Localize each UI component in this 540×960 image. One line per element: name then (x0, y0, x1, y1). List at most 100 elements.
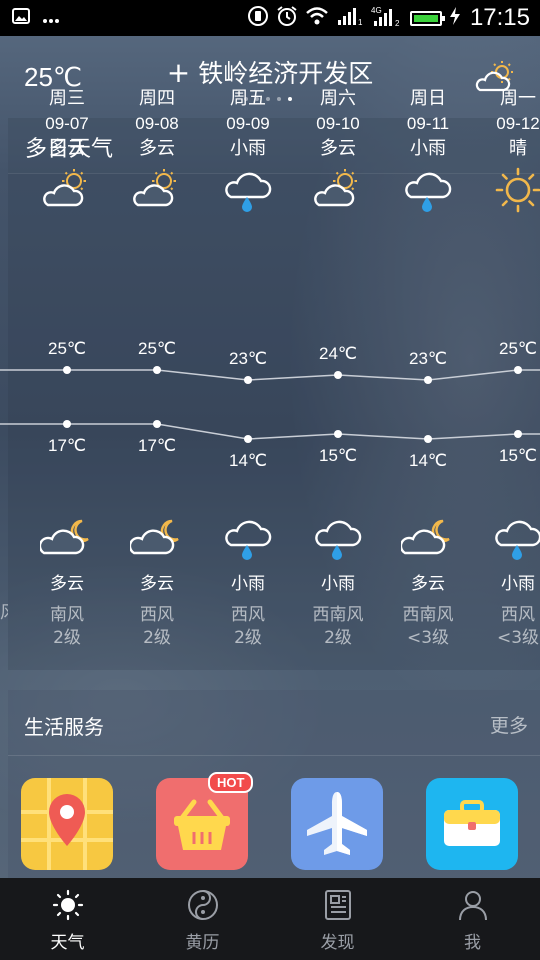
forecast-day-column[interactable]: 周日 09-11 小雨 (383, 86, 473, 212)
low-temp-label: 17℃ (137, 436, 176, 455)
nav-weather[interactable]: 天气 (0, 878, 135, 960)
day-condition: 小雨 (230, 138, 266, 159)
more-notifications-icon (42, 9, 60, 28)
partly-cloudy-moon-icon (22, 515, 112, 559)
sun-icon (51, 888, 85, 922)
battery-icon (409, 10, 445, 26)
alarm-icon (276, 5, 298, 31)
night-condition: 多云 (140, 574, 174, 594)
sunny-icon (473, 167, 540, 213)
map-pin-icon (21, 778, 113, 870)
partly-cloudy-moon-icon (383, 515, 473, 559)
partly-cloudy-moon-icon (112, 515, 202, 559)
high-temp-label: 24℃ (318, 344, 357, 363)
wind-info: 西风 2级 (203, 604, 293, 650)
high-temp-label: 25℃ (498, 339, 537, 358)
high-temp-point (334, 371, 342, 379)
light-rain-icon (473, 515, 540, 560)
wind-info: 西南风 <3级 (383, 604, 473, 650)
high-temp-line (0, 369, 540, 381)
wind-info: 西风 2级 (112, 604, 202, 650)
high-temp-label: 25℃ (47, 339, 86, 358)
forecast-day-column[interactable]: 周六 09-10 多云 (293, 86, 383, 211)
forecast-day-column[interactable]: 周一 09-12 晴 (473, 86, 540, 213)
svg-text:4G: 4G (371, 6, 382, 15)
date-label: 09-07 (45, 114, 89, 133)
low-temp-point (424, 435, 432, 443)
night-condition: 小雨 (231, 574, 265, 594)
wind-direction: 西风 (231, 605, 265, 625)
more-link[interactable]: 更多 (490, 711, 528, 738)
city-name: 铁岭经济开发区 (198, 59, 374, 88)
signal-2-icon: 4G 2 (371, 5, 403, 31)
wind-info: 西南风 2级 (293, 604, 383, 650)
nav-discover[interactable]: 发现 (270, 878, 405, 960)
wind-direction: 西南风 (312, 605, 364, 625)
high-temp-label: 25℃ (137, 339, 176, 358)
charging-icon (449, 6, 461, 30)
night-condition: 小雨 (501, 574, 535, 594)
forecast-night-column[interactable]: 多云 南风 2级 (22, 515, 112, 650)
high-temp-point (514, 366, 522, 374)
status-bar: 1 4G 2 17:15 (0, 0, 540, 36)
forecast-night-column[interactable]: 多云 西风 2级 (112, 515, 202, 650)
signal-1-icon: 1 (336, 6, 364, 30)
forecast-night-column[interactable]: 多云 西南风 <3级 (383, 515, 473, 650)
forecast-day-column[interactable]: 周三 09-07 多云 (22, 86, 112, 211)
night-condition: 多云 (411, 574, 445, 594)
city-selector[interactable]: + 铁岭经济开发区 (0, 54, 540, 90)
partly-cloudy-sun-icon (112, 167, 202, 211)
wind-direction: 西风 (140, 605, 174, 625)
briefcase-icon (444, 800, 500, 846)
high-temp-point (153, 366, 161, 374)
svg-text:2: 2 (395, 19, 400, 27)
map-service-tile[interactable] (21, 778, 113, 870)
light-rain-icon (203, 515, 293, 560)
wind-info: 西风 <3级 (473, 604, 540, 650)
low-temp-point (514, 430, 522, 438)
wind-level: <3级 (406, 628, 450, 648)
partly-cloudy-sun-icon (22, 167, 112, 211)
wind-level: <3级 (496, 628, 540, 648)
weekday-label: 周一 (500, 88, 536, 109)
high-temp-point (244, 376, 252, 384)
airplane-icon (307, 792, 367, 855)
life-services-title: 生活服务 (24, 715, 104, 739)
day-condition: 小雨 (410, 138, 446, 159)
image-notification-icon (12, 8, 30, 28)
low-temp-label: 17℃ (47, 436, 86, 455)
briefcase-service-tile[interactable] (426, 778, 518, 870)
wind-direction: 西风 (501, 605, 535, 625)
low-temp-label: 14℃ (408, 451, 447, 470)
date-label: 09-09 (226, 114, 270, 133)
high-temp-label: 23℃ (228, 349, 267, 368)
nav-me[interactable]: 我 (405, 878, 540, 960)
weekday-label: 周三 (49, 88, 85, 109)
person-icon (456, 888, 490, 922)
weekday-label: 周六 (320, 88, 356, 109)
date-label: 09-11 (406, 114, 450, 133)
forecast-day-column[interactable]: 周四 09-08 多云 (112, 86, 202, 211)
yin-yang-icon (186, 888, 220, 922)
wind-level: 2级 (143, 628, 171, 648)
forecast-night-column[interactable]: 小雨 西南风 2级 (293, 515, 383, 650)
add-city-icon[interactable]: + (167, 56, 190, 89)
high-temp-point (63, 366, 71, 374)
light-rain-icon (383, 167, 473, 212)
hot-badge: HOT (208, 772, 254, 793)
day-condition: 多云 (320, 138, 356, 159)
bottom-navigation: 天气 黄历 发现 我 (0, 878, 540, 960)
wind-level: 2级 (53, 628, 81, 648)
nav-almanac[interactable]: 黄历 (135, 878, 270, 960)
forecast-night-column[interactable]: 小雨 西风 <3级 (473, 515, 540, 650)
flight-service-tile[interactable] (291, 778, 383, 870)
high-temp-label: 23℃ (408, 349, 447, 368)
nav-weather-label: 天气 (50, 933, 85, 953)
night-condition: 小雨 (321, 574, 355, 594)
forecast-day-column[interactable]: 周五 09-09 小雨 (203, 86, 293, 212)
low-temp-label: 15℃ (318, 446, 357, 465)
nav-almanac-label: 黄历 (185, 933, 220, 953)
vibrate-icon (247, 5, 269, 31)
forecast-night-column[interactable]: 小雨 西风 2级 (203, 515, 293, 650)
prev-day-wind-partial: 风 (0, 598, 8, 623)
